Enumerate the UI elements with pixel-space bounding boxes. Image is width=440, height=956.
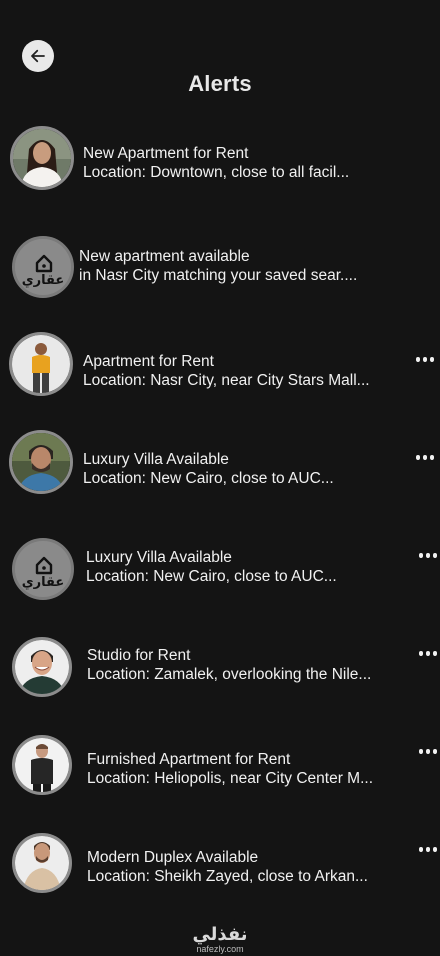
alert-title: New Apartment for Rent (83, 145, 249, 162)
alert-item[interactable]: عقاري New apartment available in Nasr Ci… (0, 234, 440, 300)
alert-subtitle: in Nasr City matching your saved sear...… (79, 267, 358, 284)
alert-subtitle: Location: Downtown, close to all facil..… (83, 164, 350, 181)
alert-subtitle: Location: Nasr City, near City Stars Mal… (83, 372, 370, 389)
alert-item[interactable]: Apartment for Rent Location: Nasr City, … (0, 331, 440, 397)
avatar (9, 430, 73, 494)
more-options-icon[interactable] (419, 749, 437, 755)
alert-subtitle: Location: Zamalek, overlooking the Nile.… (87, 666, 372, 683)
back-button[interactable] (22, 40, 54, 72)
alert-item[interactable]: Modern Duplex Available Location: Sheikh… (0, 832, 440, 898)
alert-title: Furnished Apartment for Rent (87, 751, 291, 768)
avatar (10, 126, 74, 190)
alert-text: New Apartment for Rent Location: Downtow… (83, 144, 349, 182)
aqari-logo: عقاري (12, 538, 74, 600)
avatar (9, 332, 73, 396)
alert-text: Luxury Villa Available Location: New Cai… (86, 548, 337, 586)
alert-text: Luxury Villa Available Location: New Cai… (83, 450, 334, 488)
watermark: نفذلي nafezly.com (0, 924, 440, 955)
alert-text: Apartment for Rent Location: Nasr City, … (83, 352, 370, 390)
alert-title: New apartment available (79, 248, 250, 265)
avatar (12, 637, 72, 697)
alert-subtitle: Location: New Cairo, close to AUC... (86, 568, 337, 585)
aqari-logo: عقاري (12, 236, 74, 298)
alert-text: Studio for Rent Location: Zamalek, overl… (87, 646, 371, 684)
alert-item[interactable]: Luxury Villa Available Location: New Cai… (0, 429, 440, 495)
aqari-logo-text: عقاري (22, 575, 65, 590)
alert-subtitle: Location: Heliopolis, near City Center M… (87, 770, 374, 787)
alert-text: Furnished Apartment for Rent Location: H… (87, 750, 373, 788)
watermark-url: nafezly.com (196, 944, 244, 954)
alert-item[interactable]: New Apartment for Rent Location: Downtow… (0, 126, 440, 192)
alert-item[interactable]: عقاري Luxury Villa Available Location: N… (0, 537, 440, 603)
alert-text: Modern Duplex Available Location: Sheikh… (87, 848, 368, 886)
alert-item[interactable]: Furnished Apartment for Rent Location: H… (0, 734, 440, 800)
avatar (12, 833, 72, 893)
more-options-icon[interactable] (419, 651, 437, 657)
alert-item[interactable]: Studio for Rent Location: Zamalek, overl… (0, 636, 440, 702)
alert-subtitle: Location: Sheikh Zayed, close to Arkan..… (87, 868, 368, 885)
alert-title: Modern Duplex Available (87, 849, 259, 866)
arrow-left-icon (31, 49, 45, 63)
alert-title: Luxury Villa Available (86, 549, 232, 566)
watermark-arabic: نفذلي (192, 924, 248, 945)
more-options-icon[interactable] (416, 455, 434, 461)
alert-title: Studio for Rent (87, 647, 191, 664)
alert-text: New apartment available in Nasr City mat… (79, 247, 357, 285)
alert-title: Apartment for Rent (83, 353, 214, 370)
aqari-logo-text: عقاري (22, 273, 65, 288)
alert-title: Luxury Villa Available (83, 451, 229, 468)
more-options-icon[interactable] (419, 553, 437, 559)
avatar (12, 735, 72, 795)
page-title: Alerts (188, 71, 252, 96)
alert-subtitle: Location: New Cairo, close to AUC... (83, 470, 334, 487)
more-options-icon[interactable] (416, 357, 434, 363)
more-options-icon[interactable] (419, 847, 437, 853)
